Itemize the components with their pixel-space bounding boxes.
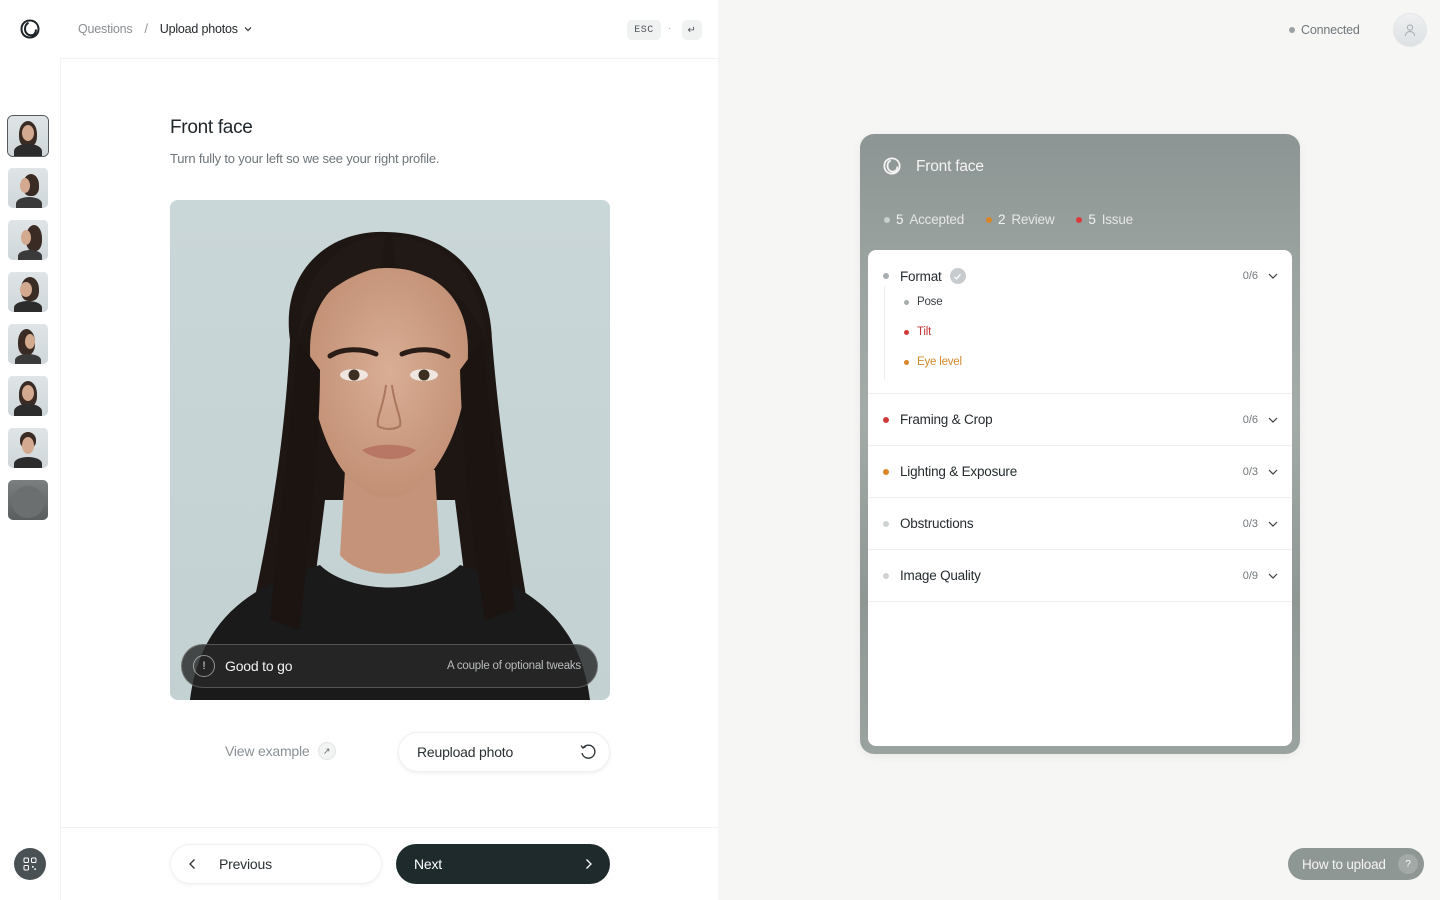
section-image-quality-label: Image Quality xyxy=(900,568,981,583)
section-format-count: 0/6 xyxy=(1242,270,1258,282)
portrait-image xyxy=(170,200,610,700)
pose-dot-icon xyxy=(904,299,909,305)
section-obstructions-count: 0/3 xyxy=(1242,518,1258,530)
previous-label: Previous xyxy=(219,856,272,872)
breadcrumb: Questions / Upload photos xyxy=(78,22,253,36)
section-lighting-exposure[interactable]: Lighting & Exposure 0/3 xyxy=(868,446,1292,498)
connection-dot-icon xyxy=(1289,27,1295,33)
format-item-eye-level: Eye level xyxy=(904,356,962,368)
review-card: Front face 5 Accepted 2 Review 5 Issue F… xyxy=(860,134,1300,754)
alert-icon: ! xyxy=(193,655,215,677)
chevron-down-icon xyxy=(1268,521,1278,527)
section-format-header: Format xyxy=(900,268,966,284)
format-dot-icon xyxy=(883,273,889,279)
logo-icon[interactable] xyxy=(20,19,40,39)
user-icon xyxy=(1404,24,1416,37)
thumbnail-smile[interactable] xyxy=(8,376,48,416)
issue-count: 5 Issue xyxy=(1076,212,1133,227)
photo-thumbnail-list xyxy=(7,115,49,520)
breadcrumb-separator: / xyxy=(144,22,148,36)
section-framing-crop[interactable]: Framing & Crop 0/6 xyxy=(868,394,1292,446)
format-tree-line xyxy=(884,286,885,380)
footer-divider xyxy=(60,827,718,828)
next-label: Next xyxy=(414,856,442,872)
obstructions-dot-icon xyxy=(883,521,889,527)
chevron-down-icon xyxy=(1268,469,1278,475)
uploaded-photo: ! Good to go A couple of optional tweaks xyxy=(170,200,610,700)
connection-status-label: Connected xyxy=(1301,23,1360,37)
next-button[interactable]: Next xyxy=(396,844,610,884)
chevron-left-icon xyxy=(189,859,195,869)
chevron-down-icon xyxy=(1268,573,1278,579)
external-link-icon: ↗ xyxy=(317,742,336,760)
status-label: Good to go xyxy=(225,658,293,674)
thumbnail-right-profile[interactable] xyxy=(8,168,48,208)
eye-level-dot-icon xyxy=(904,359,909,365)
section-image-quality[interactable]: Image Quality 0/9 xyxy=(868,550,1292,602)
section-framing-count: 0/6 xyxy=(1242,414,1258,426)
review-count: 2 Review xyxy=(986,212,1055,227)
status-hint: A couple of optional tweaks xyxy=(447,660,581,672)
breadcrumb-current-label: Upload photos xyxy=(159,22,238,36)
breadcrumb-upload-photos[interactable]: Upload photos xyxy=(160,22,253,36)
section-obstructions-label: Obstructions xyxy=(900,516,974,531)
thumbnail-front-face[interactable] xyxy=(7,115,49,157)
qr-code-button[interactable] xyxy=(14,848,46,880)
image-quality-dot-icon xyxy=(883,573,889,579)
section-framing-label: Framing & Crop xyxy=(900,412,993,427)
accepted-count: 5 Accepted xyxy=(884,212,964,227)
chevron-down-icon xyxy=(1268,417,1278,423)
section-obstructions[interactable]: Obstructions 0/3 xyxy=(868,498,1292,550)
header-divider xyxy=(60,58,718,59)
refresh-icon xyxy=(580,744,596,759)
enter-key-hint: ↵ xyxy=(682,20,702,40)
format-item-tilt: Tilt xyxy=(904,326,931,338)
page-instructions: Turn fully to your left so we see your r… xyxy=(170,151,440,166)
chevron-down-icon xyxy=(244,27,252,32)
issue-dot-icon xyxy=(1076,216,1083,223)
how-to-upload-button[interactable]: How to upload ? xyxy=(1288,848,1424,880)
connection-status: Connected xyxy=(1289,23,1360,37)
avatar[interactable] xyxy=(1393,13,1427,47)
checks-panel: Format 0/6 Pose Tilt Eye level Framing &… xyxy=(868,250,1292,746)
section-lighting-count: 0/3 xyxy=(1242,466,1258,478)
framing-dot-icon xyxy=(883,417,889,423)
esc-key-hint: ESC xyxy=(627,20,661,40)
sidebar-divider xyxy=(60,58,61,900)
thumbnail-left-side[interactable] xyxy=(8,324,48,364)
page-title: Front face xyxy=(170,117,253,138)
card-title: Front face xyxy=(916,158,984,175)
thumbnail-three-quarter[interactable] xyxy=(8,272,48,312)
view-example-label: View example xyxy=(225,743,310,759)
check-badge-icon xyxy=(949,268,966,284)
chevron-down-icon xyxy=(1268,273,1278,279)
card-logo-icon xyxy=(883,157,901,180)
format-item-pose: Pose xyxy=(904,296,943,308)
chevron-right-icon xyxy=(586,859,592,869)
thumbnail-right-side[interactable] xyxy=(8,220,48,260)
result-counts: 5 Accepted 2 Review 5 Issue xyxy=(884,212,1133,227)
review-dot-icon xyxy=(986,216,992,223)
reupload-photo-button[interactable]: Reupload photo xyxy=(398,732,610,772)
breadcrumb-questions[interactable]: Questions xyxy=(78,22,133,36)
key-hint-separator: · xyxy=(668,23,672,34)
section-image-quality-count: 0/9 xyxy=(1242,570,1258,582)
tilt-dot-icon xyxy=(904,329,909,335)
section-format[interactable]: Format 0/6 Pose Tilt Eye level xyxy=(868,250,1292,394)
reupload-label: Reupload photo xyxy=(417,744,514,760)
previous-button[interactable]: Previous xyxy=(170,844,382,884)
lighting-dot-icon xyxy=(883,469,889,475)
help-icon: ? xyxy=(1398,854,1418,874)
section-lighting-label: Lighting & Exposure xyxy=(900,464,1018,479)
how-to-upload-label: How to upload xyxy=(1302,856,1386,872)
section-format-label: Format xyxy=(900,268,942,284)
thumbnail-top-of-head[interactable] xyxy=(8,480,48,520)
photo-status-bar: ! Good to go A couple of optional tweaks xyxy=(181,644,598,688)
qr-code-icon xyxy=(23,857,37,871)
thumbnail-chin-up[interactable] xyxy=(8,428,48,468)
accepted-dot-icon xyxy=(884,216,890,223)
view-example-link[interactable]: View example ↗ xyxy=(225,742,336,760)
